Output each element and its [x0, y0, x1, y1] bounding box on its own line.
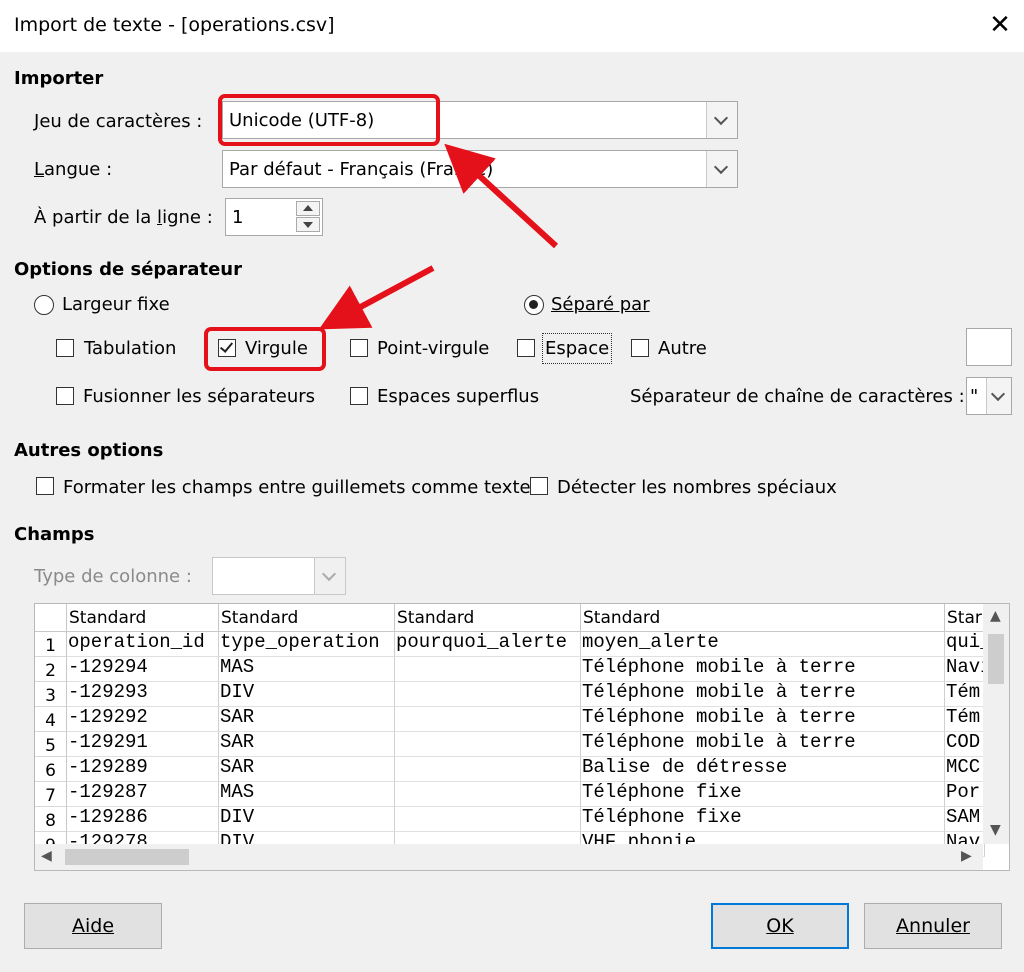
annotation-arrows — [318, 143, 559, 330]
arrow-to-charset-icon — [444, 143, 559, 249]
arrow-to-comma-icon — [318, 265, 435, 330]
